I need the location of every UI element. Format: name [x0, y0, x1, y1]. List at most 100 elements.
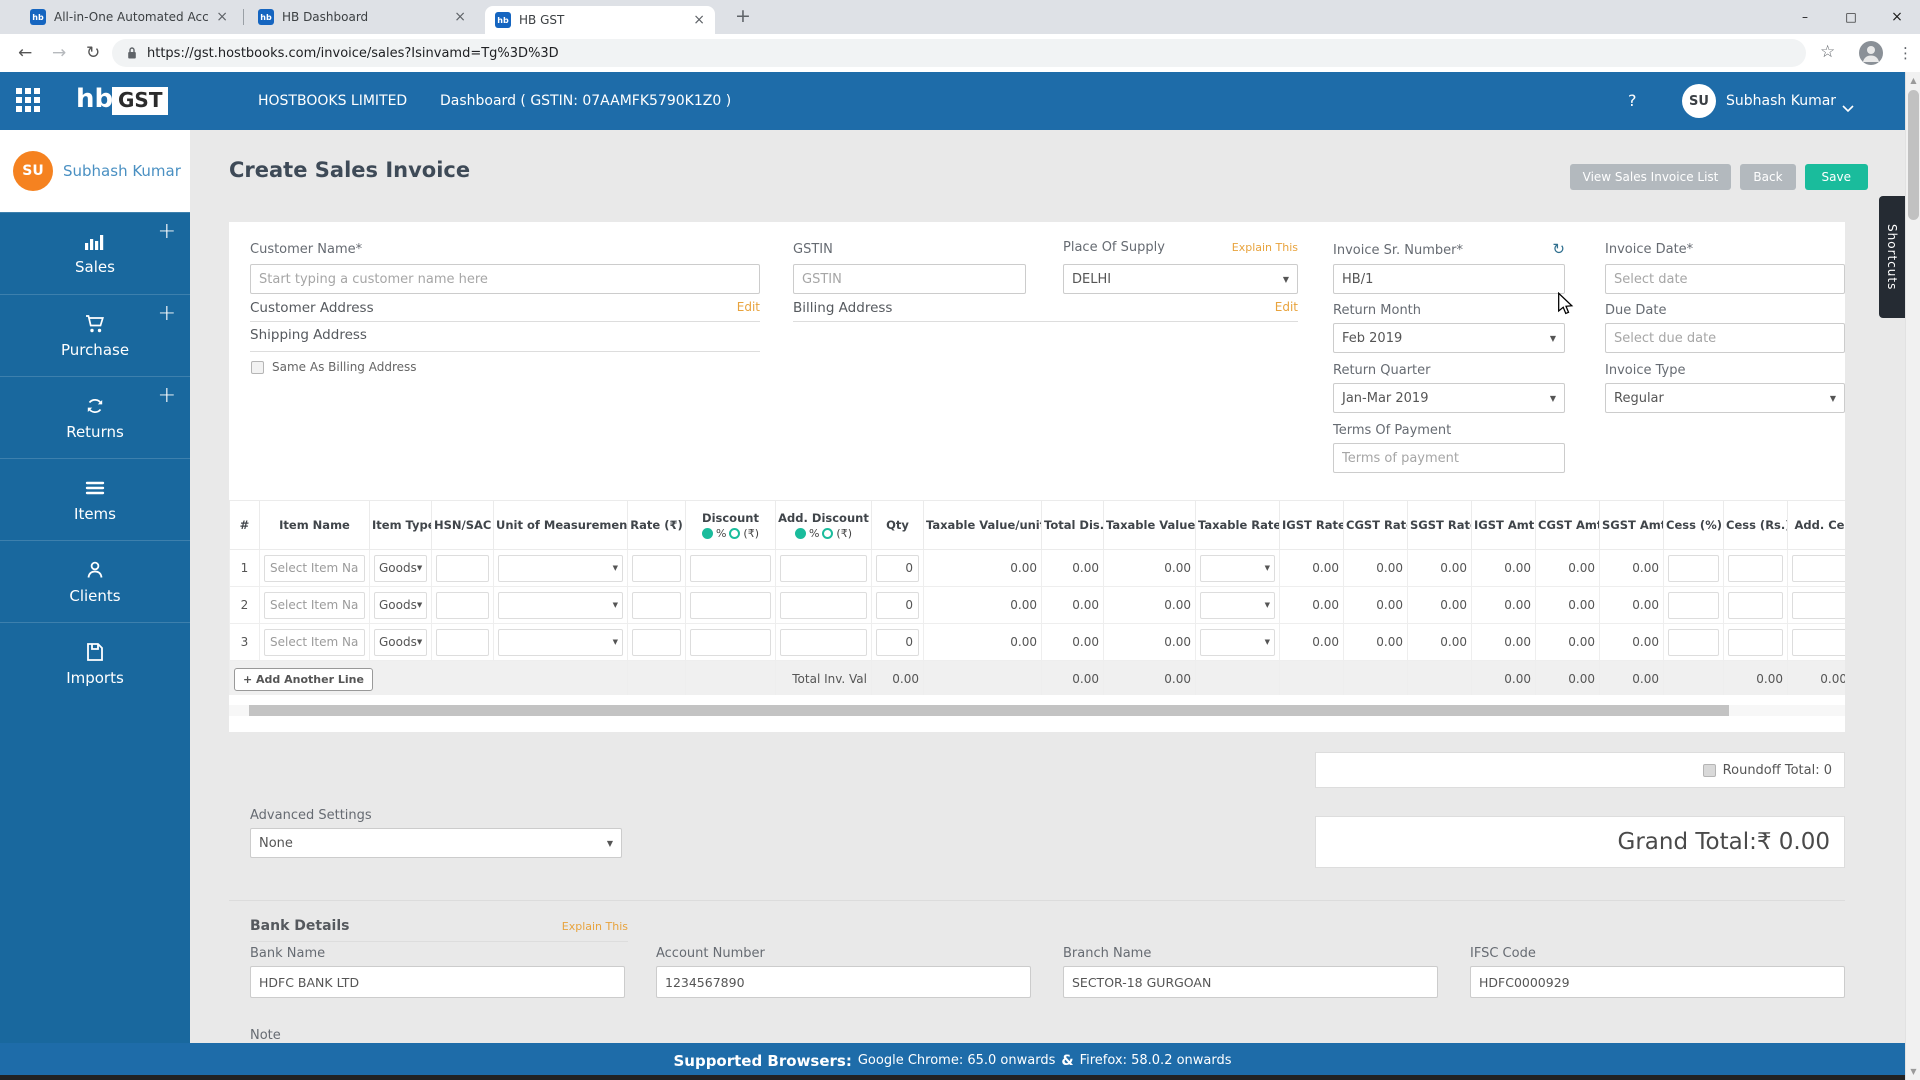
user-name[interactable]: Subhash Kumar	[1726, 93, 1836, 109]
help-icon[interactable]: ?	[1628, 91, 1637, 110]
plus-icon[interactable]: +	[158, 301, 176, 326]
explain-this-link[interactable]: Explain This	[1232, 241, 1298, 254]
cess-rs-input[interactable]	[1728, 591, 1783, 619]
scrollbar-thumb[interactable]	[249, 705, 1729, 716]
uom-select[interactable]: ▼	[498, 554, 623, 582]
new-tab-button[interactable]: +	[730, 5, 756, 27]
browser-menu-icon[interactable]: ⋮	[1898, 44, 1913, 62]
minimize-icon[interactable]: –	[1782, 0, 1828, 34]
item-type-select[interactable]: Goods ▼	[374, 554, 427, 582]
sidebar-item-imports[interactable]: Imports	[0, 622, 190, 704]
add-discount-input[interactable]	[780, 554, 867, 582]
add-cess-input[interactable]	[1792, 628, 1845, 656]
invoice-type-select[interactable]: Regular ▼	[1605, 383, 1845, 413]
add-cess-input[interactable]	[1792, 591, 1845, 619]
discount-input[interactable]	[690, 554, 771, 582]
customer-address-edit-link[interactable]: Edit	[737, 300, 760, 314]
due-date-input[interactable]	[1605, 323, 1845, 353]
chevron-down-icon[interactable]	[1842, 98, 1854, 117]
discount-rupee-radio[interactable]	[729, 527, 741, 539]
taxable-rate-select[interactable]: ▼	[1200, 628, 1275, 656]
cess-pct-input[interactable]	[1668, 554, 1719, 582]
close-tab-icon[interactable]: ×	[216, 10, 228, 24]
scrollbar-thumb[interactable]	[1908, 90, 1919, 220]
plus-icon[interactable]: +	[158, 219, 176, 244]
uom-select[interactable]: ▼	[498, 628, 623, 656]
roundoff-checkbox[interactable]	[1702, 763, 1716, 777]
back-icon[interactable]: ←	[18, 43, 32, 63]
item-name-input[interactable]	[264, 554, 365, 582]
add-cess-input[interactable]	[1792, 554, 1845, 582]
maximize-icon[interactable]: □	[1828, 0, 1874, 34]
close-window-icon[interactable]: ×	[1874, 0, 1920, 34]
regenerate-icon[interactable]: ↻	[1552, 240, 1565, 258]
discount-percent-radio[interactable]	[701, 527, 713, 539]
address-bar[interactable]: https://gst.hostbooks.com/invoice/sales?…	[112, 39, 1806, 67]
explain-this-link[interactable]: Explain This	[562, 920, 628, 933]
bookmark-star-icon[interactable]: ☆	[1820, 42, 1835, 62]
forward-icon[interactable]: →	[52, 43, 66, 63]
rate-input[interactable]	[632, 591, 681, 619]
back-button[interactable]: Back	[1740, 164, 1796, 190]
shortcuts-tab[interactable]: Shortcuts	[1879, 196, 1905, 318]
place-of-supply-select[interactable]: DELHI ▼	[1063, 264, 1298, 294]
add-another-line-button[interactable]: + Add Another Line	[234, 667, 373, 691]
add-discount-rupee-radio[interactable]	[822, 527, 834, 539]
apps-grid-icon[interactable]	[16, 88, 40, 112]
hsn-input[interactable]	[436, 554, 489, 582]
customer-name-input[interactable]	[250, 264, 760, 294]
close-tab-icon[interactable]: ×	[454, 10, 466, 24]
ifsc-code-input[interactable]	[1470, 966, 1845, 998]
sidebar-item-returns[interactable]: + Returns	[0, 376, 190, 458]
same-as-billing-checkbox[interactable]	[251, 360, 264, 374]
user-avatar[interactable]: SU	[1682, 84, 1716, 118]
add-discount-percent-radio[interactable]	[794, 527, 806, 539]
branch-name-input[interactable]	[1063, 966, 1438, 998]
hsn-input[interactable]	[436, 591, 489, 619]
close-tab-icon[interactable]: ×	[693, 13, 705, 27]
uom-select[interactable]: ▼	[498, 591, 623, 619]
cess-pct-input[interactable]	[1668, 628, 1719, 656]
return-quarter-select[interactable]: Jan-Mar 2019 ▼	[1333, 383, 1565, 413]
item-type-select[interactable]: Goods ▼	[374, 628, 427, 656]
item-name-input[interactable]	[264, 628, 365, 656]
rate-input[interactable]	[632, 628, 681, 656]
vertical-scrollbar[interactable]: ▲ ▼	[1905, 72, 1920, 1080]
terms-of-payment-input[interactable]	[1333, 443, 1565, 473]
browser-profile-avatar[interactable]	[1858, 40, 1884, 66]
browser-tab-1[interactable]: hb All-in-One Automated Accountin ×	[20, 0, 238, 34]
item-type-select[interactable]: Goods ▼	[374, 591, 427, 619]
add-discount-input[interactable]	[780, 628, 867, 656]
save-button[interactable]: Save	[1804, 164, 1868, 190]
return-month-select[interactable]: Feb 2019 ▼	[1333, 323, 1565, 353]
discount-input[interactable]	[690, 591, 771, 619]
advanced-settings-select[interactable]: None ▼	[250, 828, 622, 858]
scroll-up-icon[interactable]: ▲	[1906, 76, 1920, 85]
qty-input[interactable]	[876, 591, 919, 619]
account-number-input[interactable]	[656, 966, 1031, 998]
qty-input[interactable]	[876, 628, 919, 656]
gstin-input[interactable]	[793, 264, 1026, 294]
hsn-input[interactable]	[436, 628, 489, 656]
taxable-rate-select[interactable]: ▼	[1200, 554, 1275, 582]
sidebar-item-items[interactable]: Items	[0, 458, 190, 540]
view-sales-invoice-list-button[interactable]: View Sales Invoice List	[1569, 164, 1732, 190]
bank-name-input[interactable]	[250, 966, 625, 998]
sidebar-item-clients[interactable]: Clients	[0, 540, 190, 622]
sidebar-item-sales[interactable]: + Sales	[0, 212, 190, 294]
qty-input[interactable]	[876, 554, 919, 582]
scroll-down-icon[interactable]: ▼	[1906, 1067, 1920, 1076]
add-discount-input[interactable]	[780, 591, 867, 619]
cess-rs-input[interactable]	[1728, 628, 1783, 656]
rate-input[interactable]	[632, 554, 681, 582]
billing-address-edit-link[interactable]: Edit	[1275, 300, 1298, 314]
table-horizontal-scrollbar[interactable]	[229, 705, 1845, 716]
invoice-date-input[interactable]	[1605, 264, 1845, 294]
browser-tab-active[interactable]: hb HB GST ×	[485, 6, 715, 34]
cess-pct-input[interactable]	[1668, 591, 1719, 619]
taxable-rate-select[interactable]: ▼	[1200, 591, 1275, 619]
item-name-input[interactable]	[264, 591, 365, 619]
refresh-icon[interactable]: ↻	[86, 43, 100, 63]
plus-icon[interactable]: +	[158, 383, 176, 408]
cess-rs-input[interactable]	[1728, 554, 1783, 582]
